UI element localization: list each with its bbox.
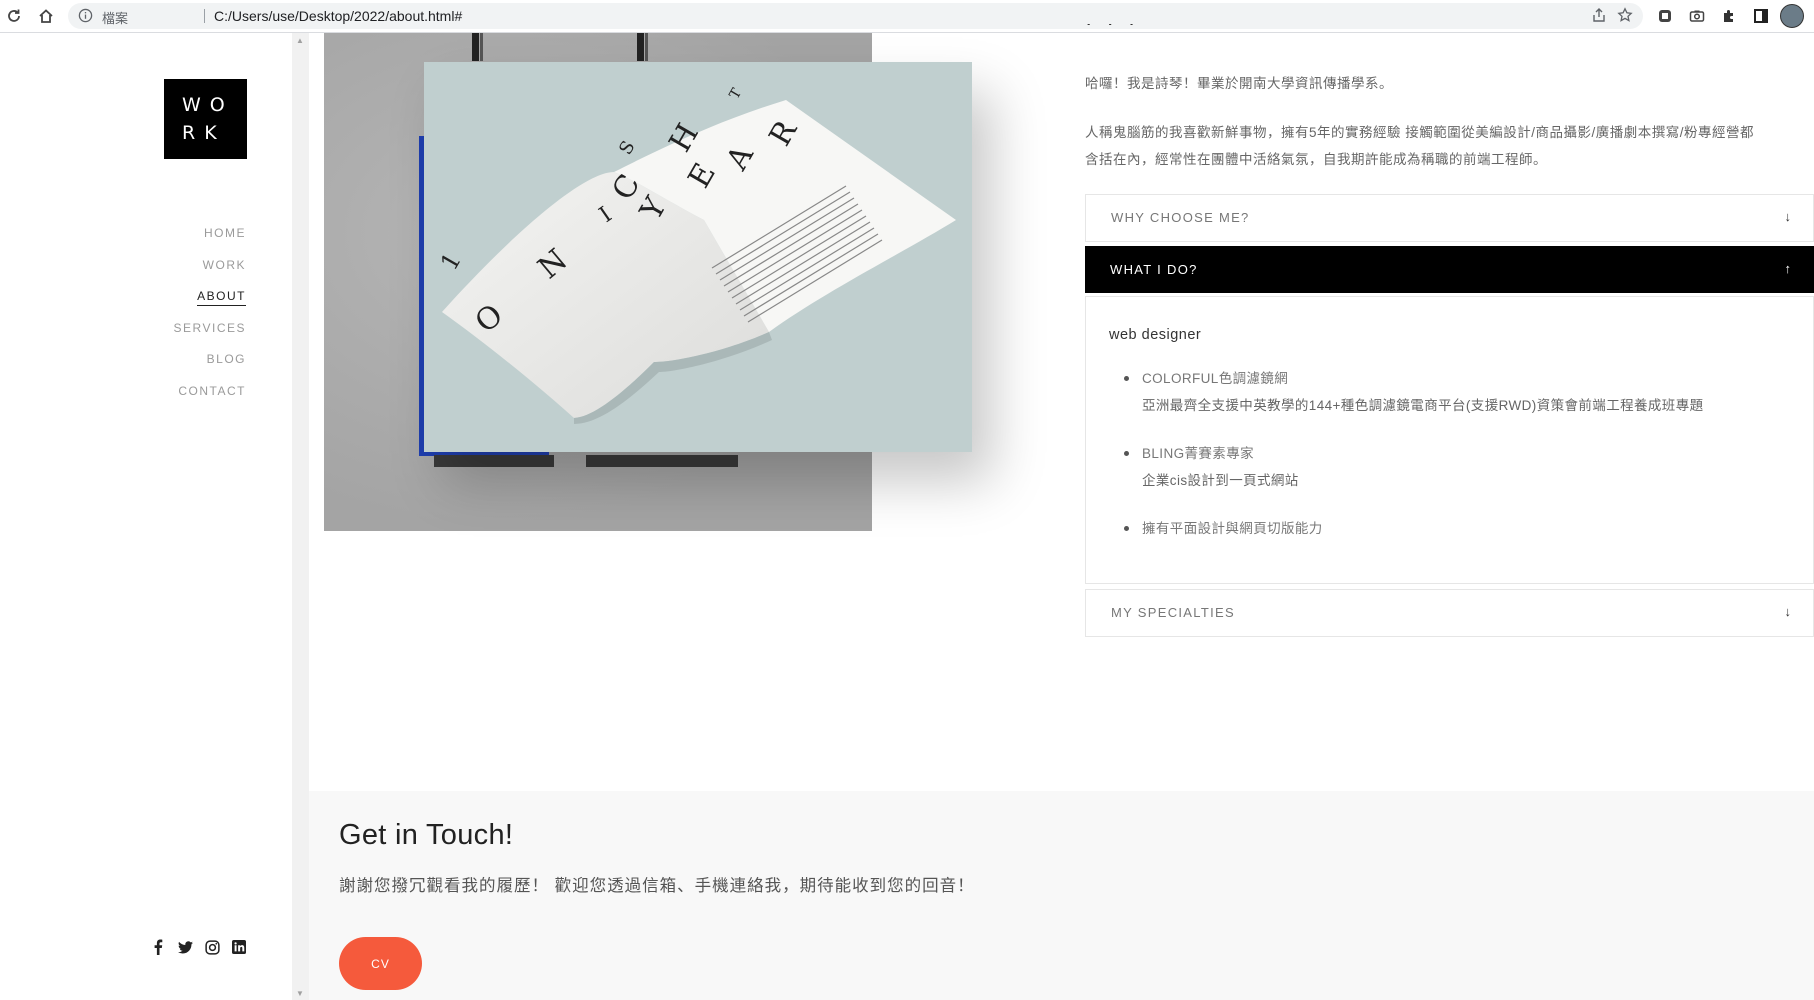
site-logo[interactable]: WO RK [164, 79, 247, 159]
bag-strap [637, 33, 644, 61]
accordion-title: MY SPECIALTIES [1111, 605, 1235, 620]
intro-paragraph-1: 哈囉！我是詩琴！畢業於開南大學資訊傳播學系。 [1085, 76, 1393, 91]
contact-section: Get in Touch! 謝謝您撥冗觀看我的履歷！ 歡迎您透過信箱、手機連絡我… [309, 791, 1814, 1000]
social-links [150, 939, 247, 955]
main-menu: HOME WORK ABOUT SERVICES BLOG CONTACT [174, 225, 246, 414]
contact-text: 謝謝您撥冗觀看我的履歷！ 歡迎您透過信箱、手機連絡我，期待能收到您的回音！ [339, 877, 975, 895]
list-item-title: BLING菁賽素專家 [1142, 446, 1255, 461]
home-icon[interactable] [35, 5, 57, 27]
magazine-mockup-image: O N I C H S T Y E A R 1 [424, 62, 972, 452]
twitter-icon[interactable] [177, 939, 193, 955]
shadow-block [434, 455, 554, 467]
puzzle-extensions-icon[interactable] [1719, 6, 1739, 26]
bag-strap [472, 33, 479, 61]
bag-strap [645, 33, 648, 61]
logo-line-1: WO [182, 94, 234, 116]
scheme-label: 檔案 [102, 11, 129, 26]
menu-item-home[interactable]: HOME [174, 225, 246, 257]
list-item-title: 擁有平面設計與網頁切版能力 [1142, 521, 1323, 536]
camera-icon[interactable] [1687, 6, 1707, 26]
extension-icon[interactable] [1655, 6, 1675, 26]
url-text[interactable]: C:/Users/use/Desktop/2022/about.html# [214, 8, 462, 24]
sidebar: WO RK HOME WORK ABOUT SERVICES BLOG CONT… [0, 33, 292, 1000]
menu-item-contact[interactable]: CONTACT [174, 383, 246, 415]
menu-item-about[interactable]: ABOUT [174, 288, 246, 320]
separator [204, 9, 205, 23]
list-item: 擁有平面設計與網頁切版能力 [1124, 515, 1804, 542]
arrow-down-icon: ↓ [1784, 604, 1792, 619]
bag-strap [480, 33, 483, 61]
intro-paragraph-2-line-1: 人稱鬼腦筋的我喜歡新鮮事物，擁有5年的實務經驗 接觸範圍從美編設計/商品攝影/廣… [1085, 125, 1755, 140]
menu-item-services[interactable]: SERVICES [174, 320, 246, 352]
instagram-icon[interactable] [204, 939, 220, 955]
accordion-panel-what-i-do: web designer COLORFUL色調濾鏡網 亞洲最齊全支援中英教學的1… [1085, 296, 1814, 584]
menu-item-blog[interactable]: BLOG [174, 351, 246, 383]
list-item-title: COLORFUL色調濾鏡網 [1142, 371, 1289, 386]
accordion-why-choose-me[interactable]: WHY CHOOSE ME? ↓ [1085, 194, 1814, 242]
side-panel-icon[interactable] [1751, 6, 1771, 26]
section-heading-cropped: · · · [1085, 24, 1785, 34]
role-title: web designer [1109, 327, 1202, 343]
mockup-letter: T [727, 85, 746, 102]
intro-paragraph-2-line-2: 含括在內，經常性在團體中活絡氣氛，自我期許能成為稱職的前端工程師。 [1085, 152, 1547, 167]
arrow-down-icon: ↓ [1784, 209, 1792, 224]
scroll-down-arrow-icon[interactable]: ▼ [296, 989, 304, 998]
menu-item-work[interactable]: WORK [174, 257, 246, 289]
reload-icon[interactable] [3, 5, 25, 27]
facebook-icon[interactable] [150, 939, 166, 955]
list-item-desc: 企業cis設計到一頁式網站 [1142, 473, 1299, 488]
mockup-letter: S [615, 137, 639, 158]
accordion-what-i-do[interactable]: WHAT I DO? ↑ [1085, 246, 1814, 293]
cv-button[interactable]: CV [339, 937, 422, 990]
info-icon[interactable] [78, 8, 93, 28]
accordion-title: WHY CHOOSE ME? [1111, 210, 1250, 225]
list-item: BLING菁賽素專家 企業cis設計到一頁式網站 [1124, 440, 1804, 494]
skills-list: COLORFUL色調濾鏡網 亞洲最齊全支援中英教學的144+種色調濾鏡電商平台(… [1124, 365, 1804, 563]
scroll-up-arrow-icon[interactable]: ▲ [296, 36, 304, 45]
logo-line-2: RK [182, 122, 226, 144]
accordion-title: WHAT I DO? [1110, 262, 1198, 277]
arrow-up-icon: ↑ [1784, 261, 1792, 276]
shadow-block [586, 455, 738, 467]
linkedin-icon[interactable] [231, 939, 247, 955]
accordion-my-specialties[interactable]: MY SPECIALTIES ↓ [1085, 589, 1814, 637]
magazine-illustration: O N I C H S T Y E A R 1 [435, 85, 956, 424]
page-scrollbar[interactable]: ▲ ▼ [292, 33, 309, 1000]
list-item-desc: 亞洲最齊全支援中英教學的144+種色調濾鏡電商平台(支援RWD)資策會前端工程養… [1142, 398, 1704, 413]
list-item: COLORFUL色調濾鏡網 亞洲最齊全支援中英教學的144+種色調濾鏡電商平台(… [1124, 365, 1804, 419]
contact-heading: Get in Touch! [339, 819, 514, 851]
mockup-letter: 1 [435, 248, 467, 275]
